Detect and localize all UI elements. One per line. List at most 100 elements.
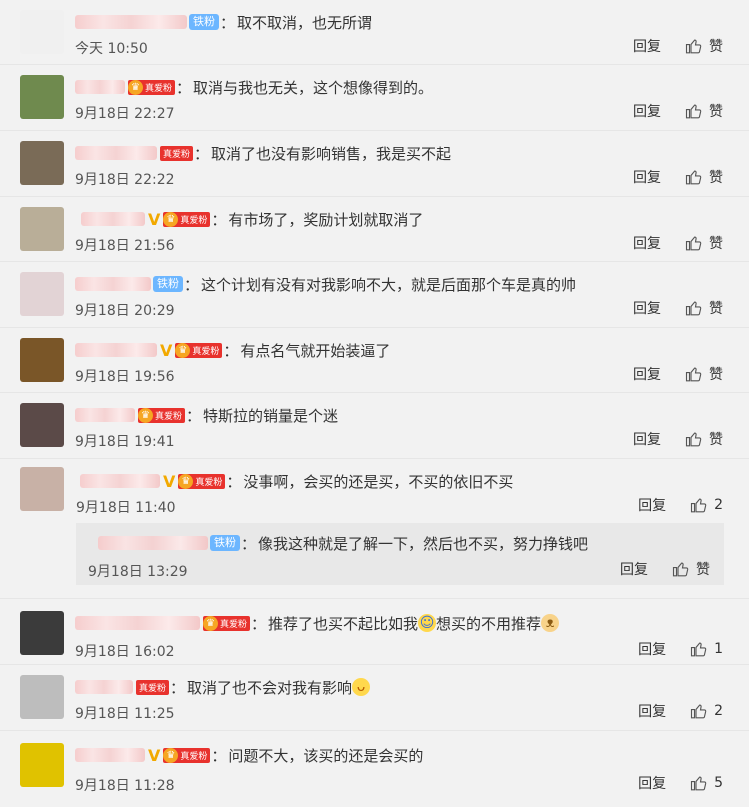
verified-v-icon: V xyxy=(163,471,176,491)
like-button[interactable]: 5 xyxy=(690,774,723,792)
crown-icon: ♛ xyxy=(163,747,179,763)
colon: ： xyxy=(241,534,257,553)
verified-v-icon: V xyxy=(148,209,161,229)
colon: ： xyxy=(220,13,236,32)
comment-item: ♛ 真爱粉 ： 推荐了也买不起比如我 ☺ 想买的不用推荐 ᴥ 9月18日 16:0… xyxy=(0,599,749,665)
like-button[interactable]: 1 xyxy=(690,640,723,658)
like-label: 赞 xyxy=(696,562,710,578)
avatar[interactable] xyxy=(20,743,64,787)
username[interactable] xyxy=(75,616,200,630)
true-fan-badge: ♛ 真爱粉 xyxy=(163,211,211,227)
username[interactable] xyxy=(75,15,187,29)
reply-button[interactable]: 回复 xyxy=(638,495,666,515)
colon: ： xyxy=(186,406,202,425)
true-fan-badge: ♛ 真爱粉 xyxy=(175,342,223,358)
thumbs-up-icon xyxy=(691,704,707,719)
crown-icon: ♛ xyxy=(128,79,143,95)
like-label: 赞 xyxy=(709,170,723,186)
username[interactable] xyxy=(75,146,157,160)
comment-text: 取消与我也无关，这个想像得到的。 xyxy=(193,78,434,97)
username[interactable] xyxy=(80,474,160,488)
avatar[interactable] xyxy=(20,10,64,54)
like-button[interactable]: 赞 xyxy=(685,298,723,318)
like-button[interactable]: 赞 xyxy=(685,36,723,56)
like-button[interactable]: 赞 xyxy=(685,167,723,187)
comment-item: ♛ 真爱粉 ： 特斯拉的销量是个迷 9月18日 19:41 回复 赞 xyxy=(0,393,749,459)
colon: ： xyxy=(184,275,200,294)
comment-text: 问题不大，该买的还是会买的 xyxy=(228,746,424,765)
reply-button[interactable]: 回复 xyxy=(620,559,648,579)
like-button[interactable]: 赞 xyxy=(685,101,723,121)
avatar[interactable] xyxy=(20,675,64,719)
thumbs-up-icon xyxy=(685,170,702,185)
reply-button[interactable]: 回复 xyxy=(633,101,661,121)
like-label: 赞 xyxy=(709,104,723,120)
avatar[interactable] xyxy=(20,272,64,316)
reply-button[interactable]: 回复 xyxy=(633,167,661,187)
thumbs-up-icon xyxy=(685,236,702,251)
colon: ： xyxy=(223,341,239,360)
username[interactable] xyxy=(75,343,157,357)
comment-text: 推荐了也买不起比如我 xyxy=(268,614,419,633)
username[interactable] xyxy=(81,212,145,226)
iron-fan-badge: 铁粉 xyxy=(210,535,240,551)
verified-v-icon: V xyxy=(148,745,161,765)
colon: ： xyxy=(211,746,227,765)
username[interactable] xyxy=(98,536,208,550)
avatar[interactable] xyxy=(20,611,64,655)
avatar[interactable] xyxy=(20,338,64,382)
comment-time: 9月18日 19:56 xyxy=(75,369,175,385)
iron-fan-badge: 铁粉 xyxy=(189,14,219,30)
like-count: 5 xyxy=(714,775,723,791)
true-fan-label: 真爱粉 xyxy=(192,346,220,357)
colon: ： xyxy=(176,78,192,97)
reply-button[interactable]: 回复 xyxy=(638,639,666,659)
like-button[interactable]: 赞 xyxy=(672,559,710,579)
username[interactable] xyxy=(75,408,135,422)
true-fan-label: 真爱粉 xyxy=(220,619,248,630)
reply-button[interactable]: 回复 xyxy=(633,298,661,318)
doge-emoji-icon: ᴥ xyxy=(541,614,560,632)
username[interactable] xyxy=(75,277,151,291)
reply-button[interactable]: 回复 xyxy=(633,36,661,56)
reply-button[interactable]: 回复 xyxy=(638,773,666,793)
crown-icon: ♛ xyxy=(163,211,179,227)
colon: ： xyxy=(194,144,210,163)
reply-text: 像我这种就是了解一下，然后也不买，努力挣钱吧 xyxy=(258,534,589,553)
like-button[interactable]: 2 xyxy=(690,496,723,514)
comment-time: 9月18日 11:28 xyxy=(75,778,175,794)
true-fan-label: 真爱粉 xyxy=(145,83,173,94)
reply-button[interactable]: 回复 xyxy=(633,364,661,384)
thumbs-up-icon xyxy=(672,562,689,577)
like-button[interactable]: 赞 xyxy=(685,364,723,384)
username[interactable] xyxy=(75,748,145,762)
avatar[interactable] xyxy=(20,207,64,251)
reply-button[interactable]: 回复 xyxy=(638,701,666,721)
thumbs-up-icon xyxy=(691,498,707,513)
crying-laugh-emoji-icon: ☺ xyxy=(418,614,437,632)
avatar[interactable] xyxy=(20,467,64,511)
reply-button[interactable]: 回复 xyxy=(633,233,661,253)
username[interactable] xyxy=(75,80,125,94)
comment-time: 9月18日 16:02 xyxy=(75,644,175,660)
like-label: 赞 xyxy=(709,432,723,448)
username[interactable] xyxy=(75,680,133,694)
reply-button[interactable]: 回复 xyxy=(633,429,661,449)
like-button[interactable]: 赞 xyxy=(685,233,723,253)
like-count: 1 xyxy=(714,641,723,657)
crown-icon: ♛ xyxy=(175,342,191,358)
colon: ： xyxy=(170,678,186,697)
comment-item: 真爱粉 ： 取消了也不会对我有影响 ᴗ 9月18日 11:25 回复 2 xyxy=(0,665,749,731)
like-button[interactable]: 2 xyxy=(690,702,723,720)
comment-text: 取消了也不会对我有影响 xyxy=(187,678,353,697)
comment-text: 有点名气就开始装逼了 xyxy=(240,341,391,360)
avatar[interactable] xyxy=(20,403,64,447)
avatar[interactable] xyxy=(20,141,64,185)
comment-text: 这个计划有没有对我影响不大，就是后面那个车是真的帅 xyxy=(201,275,577,294)
comment-item: V ♛ 真爱粉 ： 没事啊，会买的还是买，不买的依旧不买 9月18日 11:40 … xyxy=(0,459,749,599)
comment-text: 取不取消，也无所谓 xyxy=(237,13,373,32)
like-button[interactable]: 赞 xyxy=(685,429,723,449)
avatar[interactable] xyxy=(20,75,64,119)
comment-item: V ♛ 真爱粉 ： 有市场了，奖励计划就取消了 9月18日 21:56 回复 赞 xyxy=(0,197,749,262)
comment-text: 特斯拉的销量是个迷 xyxy=(203,406,339,425)
